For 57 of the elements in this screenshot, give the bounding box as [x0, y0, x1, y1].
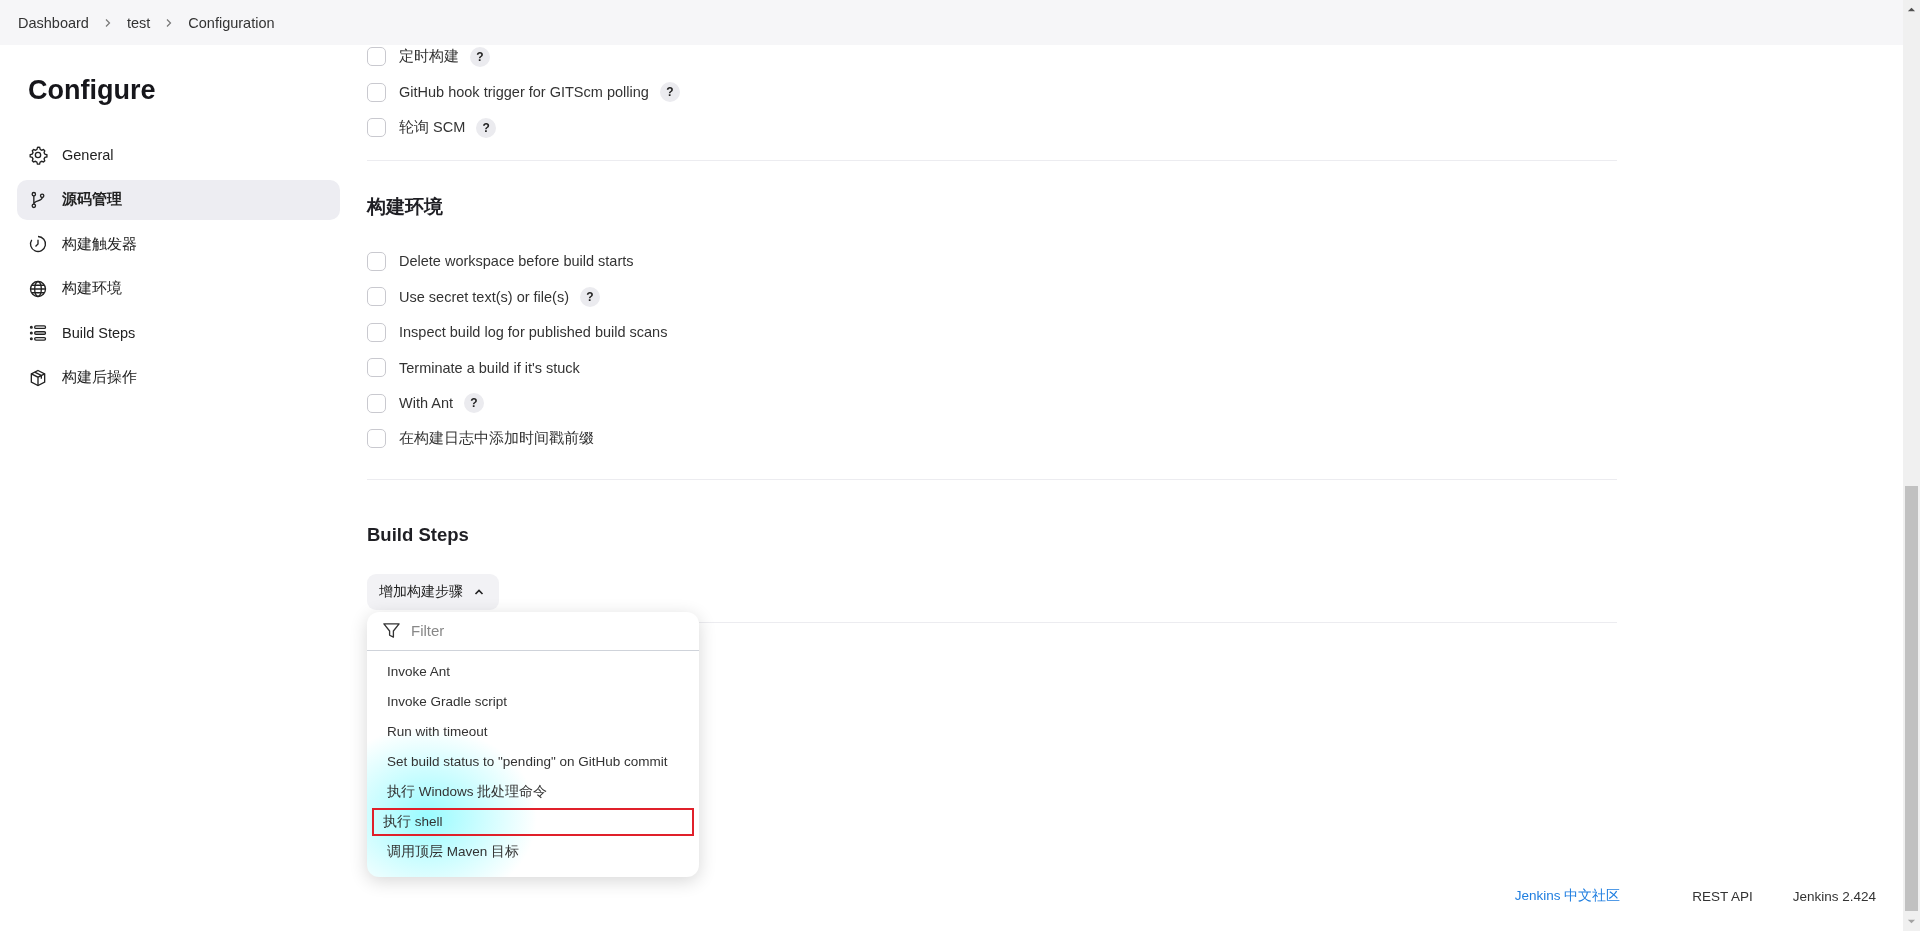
package-icon	[28, 367, 48, 388]
breadcrumb-link[interactable]: test	[126, 14, 151, 31]
checkbox-label: With Ant	[399, 395, 453, 412]
globe-icon	[28, 278, 48, 299]
sidebar-item[interactable]: Build Steps	[17, 313, 340, 353]
checkbox-label: Inspect build log for published build scans	[399, 324, 668, 341]
sidebar-item[interactable]: 构建触发器	[17, 224, 340, 264]
list-icon	[28, 323, 48, 343]
help-icon[interactable]: ?	[580, 286, 600, 307]
scrollbar[interactable]	[1903, 0, 1920, 931]
checkbox-label: 轮询 SCM	[399, 118, 466, 138]
filter-field[interactable]: Filter	[409, 621, 685, 640]
rest-api-link[interactable]: REST API	[1692, 888, 1753, 904]
sidebar-item[interactable]: 构建环境	[17, 268, 340, 309]
section-heading: 构建环境	[367, 194, 444, 218]
timer-icon	[28, 234, 48, 254]
checkbox[interactable]	[367, 322, 386, 342]
add-build-step-button[interactable]: 增加构建步骤	[367, 573, 499, 610]
checkbox[interactable]	[367, 287, 386, 307]
help-icon[interactable]: ?	[470, 46, 490, 67]
sidebar-item[interactable]: General	[17, 135, 340, 175]
checkbox[interactable]	[367, 82, 386, 102]
menu-item[interactable]: 调用顶层 Maven 目标	[371, 836, 695, 867]
menu-item[interactable]: 执行 Windows 批处理命令	[371, 776, 695, 807]
checkbox-label: GitHub hook trigger for GITScm polling	[399, 84, 649, 101]
checkbox-label: Terminate a build if it's stuck	[399, 359, 580, 376]
menu-item[interactable]: 执行 shell	[371, 806, 695, 837]
breadcrumb-link[interactable]: Dashboard	[18, 14, 89, 31]
checkbox-label: 在构建日志中添加时间戳前缀	[399, 429, 594, 449]
sidebar-item[interactable]: 构建后操作	[17, 357, 340, 398]
help-icon[interactable]: ?	[476, 117, 497, 138]
checkbox[interactable]	[367, 251, 386, 271]
section-heading: Build Steps	[367, 523, 470, 547]
filter-icon	[382, 621, 401, 640]
gear-icon	[28, 145, 48, 165]
breadcrumb-link[interactable]: Configuration	[188, 14, 275, 31]
checkbox[interactable]	[367, 47, 386, 67]
scroll-up-icon[interactable]	[1907, 6, 1916, 12]
menu-item[interactable]: Invoke Gradle script	[371, 686, 695, 717]
scroll-down-icon[interactable]	[1907, 919, 1916, 925]
checkbox-label: Use secret text(s) or file(s)	[399, 288, 569, 305]
menu-item[interactable]: Set build status to "pending" on GitHub commit	[371, 746, 695, 777]
checkbox-label: 定时构建	[399, 47, 459, 67]
checkbox[interactable]	[367, 118, 386, 138]
help-icon[interactable]: ?	[659, 82, 680, 103]
checkbox[interactable]	[367, 393, 386, 413]
menu-item[interactable]: Invoke Ant	[371, 656, 695, 687]
page-title: Configure	[27, 75, 157, 106]
checkbox[interactable]	[367, 429, 386, 449]
checkbox-label: Delete workspace before build starts	[399, 253, 634, 270]
checkbox[interactable]	[367, 358, 386, 378]
help-icon[interactable]: ?	[464, 393, 484, 414]
sidebar-item[interactable]: 源码管理	[17, 179, 340, 220]
menu-item[interactable]: Run with timeout	[371, 716, 695, 747]
scrollbar-thumb[interactable]	[1905, 486, 1918, 911]
version-link[interactable]: Jenkins 2.424	[1792, 888, 1876, 904]
community-link[interactable]: Jenkins 中文社区	[1514, 887, 1621, 905]
